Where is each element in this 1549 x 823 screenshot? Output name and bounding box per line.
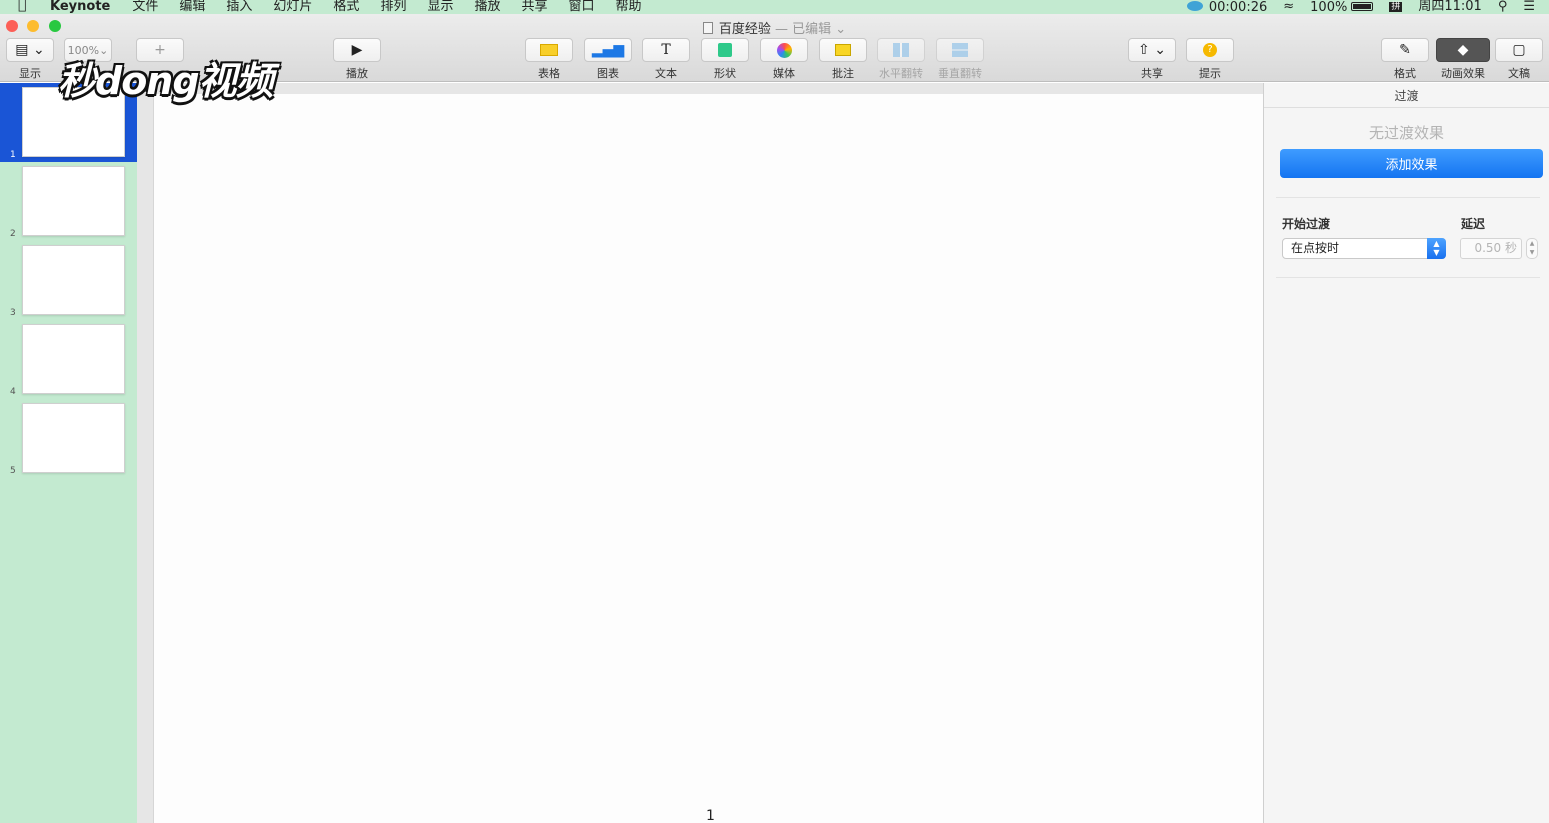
slide-thumbnail-5[interactable]: 5 xyxy=(0,399,137,478)
slide-thumbnail-image xyxy=(22,245,125,315)
table-icon xyxy=(525,38,573,62)
spotlight-search-icon[interactable]: ⚲ xyxy=(1498,0,1508,13)
chevron-down-icon: ⌄ xyxy=(835,22,847,37)
input-method-icon[interactable]: 拼 xyxy=(1389,2,1403,12)
slide-thumbnail-4[interactable]: 4 xyxy=(0,320,137,399)
apple-icon[interactable]:  xyxy=(18,0,36,14)
delay-stepper[interactable]: ▲ ▼ xyxy=(1526,238,1538,259)
play-icon: ▶ xyxy=(333,38,381,62)
text-button[interactable]: T 文本 xyxy=(642,38,690,81)
media-button[interactable]: 媒体 xyxy=(760,38,808,81)
slide-thumbnail-image xyxy=(22,324,125,394)
battery-status[interactable]: 100% xyxy=(1310,1,1374,14)
start-transition-label: 开始过渡 xyxy=(1282,217,1331,231)
slide-navigator[interactable]: 1 2 3 4 5 xyxy=(0,83,137,823)
slide-thumbnail-2[interactable]: 2 xyxy=(0,162,137,241)
menu-share[interactable]: 共享 xyxy=(521,0,547,13)
start-transition-select[interactable]: 在点按时 ▲ ▼ xyxy=(1282,238,1446,259)
delay-label: 延迟 xyxy=(1461,217,1486,231)
document-button[interactable]: ▢ 文稿 xyxy=(1495,38,1543,81)
format-button[interactable]: ✎ 格式 xyxy=(1381,38,1429,81)
menu-slide[interactable]: 幻灯片 xyxy=(273,0,312,13)
table-button[interactable]: 表格 xyxy=(525,38,573,81)
slide-thumbnail-image xyxy=(22,166,125,236)
media-icon xyxy=(760,38,808,62)
flip-horizontal-icon xyxy=(877,38,925,62)
menu-help[interactable]: 帮助 xyxy=(616,0,642,13)
share-button[interactable]: ⇧ ⌄ 共享 xyxy=(1128,38,1176,81)
comment-button[interactable]: 批注 xyxy=(819,38,867,81)
menu-arrange[interactable]: 排列 xyxy=(380,0,406,13)
keynote-document-icon xyxy=(702,22,713,34)
slide-thumbnail-image xyxy=(22,403,125,473)
recording-icon xyxy=(1186,1,1203,11)
no-transition-text: 无过渡效果 xyxy=(1368,124,1444,142)
slide-thumbnail-3[interactable]: 3 xyxy=(0,241,137,320)
flip-horizontal-button[interactable]: 水平翻转 xyxy=(877,38,925,81)
shape-icon xyxy=(701,38,749,62)
tab-transition[interactable]: 过渡 xyxy=(1264,83,1549,108)
menu-app-name[interactable]: Keynote xyxy=(50,0,110,13)
video-watermark: 秒dong视频 xyxy=(58,59,274,103)
divider xyxy=(1276,197,1540,198)
comment-icon xyxy=(819,38,867,62)
menu-bar:  Keynote 文件 编辑 插入 幻灯片 格式 排列 显示 播放 共享 窗口… xyxy=(0,0,1549,14)
add-effect-button[interactable]: 添加效果 xyxy=(1280,149,1543,178)
select-arrows-icon: ▲ ▼ xyxy=(1427,238,1446,259)
play-button[interactable]: ▶ 播放 xyxy=(333,38,381,81)
animate-diamond-icon: ◆ xyxy=(1436,38,1490,62)
share-icon: ⇧ ⌄ xyxy=(1128,38,1176,62)
menu-view[interactable]: 显示 xyxy=(427,0,453,13)
chart-icon: ▂▄▆ xyxy=(584,38,632,62)
battery-icon xyxy=(1351,1,1374,11)
menu-file[interactable]: 文件 xyxy=(132,0,158,13)
slide-page-number: 1 xyxy=(706,808,715,823)
sidebar-view-icon: ▤ ⌄ xyxy=(6,38,54,62)
tips-button[interactable]: ? 提示 xyxy=(1186,38,1234,81)
delay-field[interactable]: 0.50 秒 xyxy=(1460,238,1522,259)
menu-extras: 00:00:26 ≈ 100% 拼 周四11:01 ⚲ ☰ xyxy=(1186,0,1549,14)
wifi-icon[interactable]: ≈ xyxy=(1283,0,1294,13)
animate-button[interactable]: ◆ 动画效果 xyxy=(1436,38,1490,81)
menu-window[interactable]: 窗口 xyxy=(569,0,595,13)
question-icon: ? xyxy=(1186,38,1234,62)
flip-vertical-icon xyxy=(936,38,984,62)
chart-button[interactable]: ▂▄▆ 图表 xyxy=(584,38,632,81)
shape-button[interactable]: 形状 xyxy=(701,38,749,81)
view-button[interactable]: ▤ ⌄ 显示 xyxy=(6,38,54,81)
menu-play[interactable]: 播放 xyxy=(474,0,500,13)
document-title[interactable]: 百度经验 — 已编辑 ⌄ xyxy=(0,18,1549,37)
slide-canvas[interactable] xyxy=(153,94,1263,823)
menu-insert[interactable]: 插入 xyxy=(226,0,252,13)
text-icon: T xyxy=(642,38,690,62)
recording-timer[interactable]: 00:00:26 xyxy=(1186,1,1267,14)
notification-center-icon[interactable]: ☰ xyxy=(1523,0,1535,13)
paintbrush-icon: ✎ xyxy=(1381,38,1429,62)
divider xyxy=(1276,277,1540,278)
flip-vertical-button[interactable]: 垂直翻转 xyxy=(936,38,984,81)
document-icon: ▢ xyxy=(1495,38,1543,62)
menu-format[interactable]: 格式 xyxy=(333,0,359,13)
menu-clock[interactable]: 周四11:01 xyxy=(1418,0,1481,13)
menu-edit[interactable]: 编辑 xyxy=(179,0,205,13)
inspector-panel: 过渡 无过渡效果 添加效果 开始过渡 延迟 在点按时 ▲ ▼ 0.50 秒 ▲ ▼ xyxy=(1263,83,1549,823)
